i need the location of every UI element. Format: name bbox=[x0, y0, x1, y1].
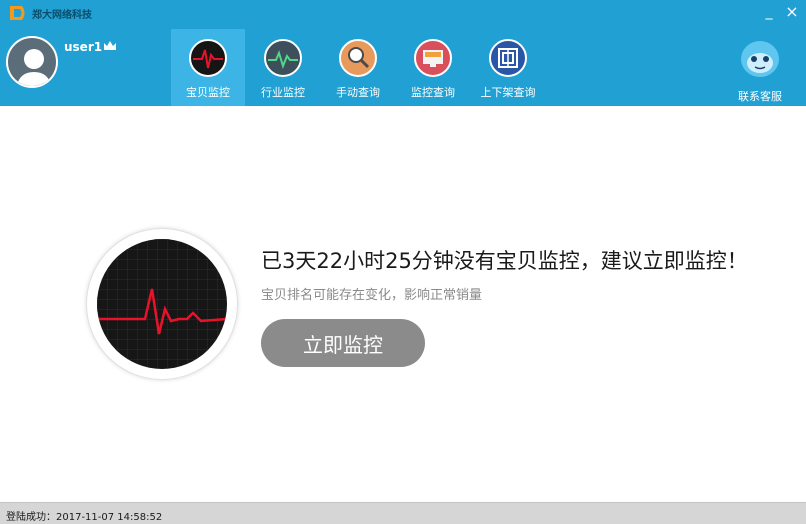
warning-subtitle: 宝贝排名可能存在变化，影响正常销量 bbox=[261, 288, 483, 303]
minimize-button[interactable]: _ bbox=[760, 3, 778, 21]
tab-manual-query[interactable]: 手动查询 bbox=[321, 29, 395, 106]
tab-item-monitor[interactable]: 宝贝监控 bbox=[171, 29, 245, 106]
screen-icon bbox=[414, 39, 452, 77]
pulse-chart-icon bbox=[264, 39, 302, 77]
tab-label: 监控查询 bbox=[411, 86, 455, 99]
close-button[interactable]: × bbox=[783, 3, 801, 21]
tab-label: 上下架查询 bbox=[480, 86, 536, 99]
magnifier-icon bbox=[339, 39, 377, 77]
avatar[interactable] bbox=[6, 36, 58, 88]
tab-industry-monitor[interactable]: 行业监控 bbox=[246, 29, 320, 106]
app-logo-icon bbox=[10, 6, 25, 20]
username: user1 bbox=[64, 40, 103, 54]
box-icon bbox=[489, 39, 527, 77]
user-silhouette-icon bbox=[16, 49, 52, 86]
customer-service-button[interactable]: 联系客服 bbox=[730, 35, 790, 105]
status-text: 登陆成功：2017-11-07 14:58:52 bbox=[6, 512, 163, 523]
app-title: 郑大网络科技 bbox=[32, 10, 92, 21]
heartbeat-icon bbox=[189, 39, 227, 77]
warning-title: 已3天22小时25分钟没有宝贝监控，建议立即监控！ bbox=[261, 249, 748, 273]
status-bar: 登陆成功：2017-11-07 14:58:52 bbox=[0, 502, 806, 524]
crown-icon bbox=[104, 41, 116, 50]
monitor-graphic bbox=[86, 228, 238, 380]
tab-monitor-query[interactable]: 监控查询 bbox=[396, 29, 470, 106]
title-bar: 郑大网络科技 _ × bbox=[0, 0, 806, 26]
tab-label: 行业监控 bbox=[261, 86, 305, 99]
heartbeat-monitor-icon bbox=[97, 239, 227, 369]
tab-label: 宝贝监控 bbox=[186, 86, 230, 99]
tab-label: 手动查询 bbox=[336, 86, 380, 99]
chat-mascot-icon bbox=[741, 41, 779, 77]
tab-shelf-query[interactable]: 上下架查询 bbox=[471, 29, 545, 106]
start-monitor-button[interactable]: 立即监控 bbox=[261, 319, 425, 367]
customer-service-label: 联系客服 bbox=[738, 90, 782, 103]
header: 郑大网络科技 _ × user1 宝贝监控 行业监控 手动查询 监控查询 上下架… bbox=[0, 0, 806, 106]
